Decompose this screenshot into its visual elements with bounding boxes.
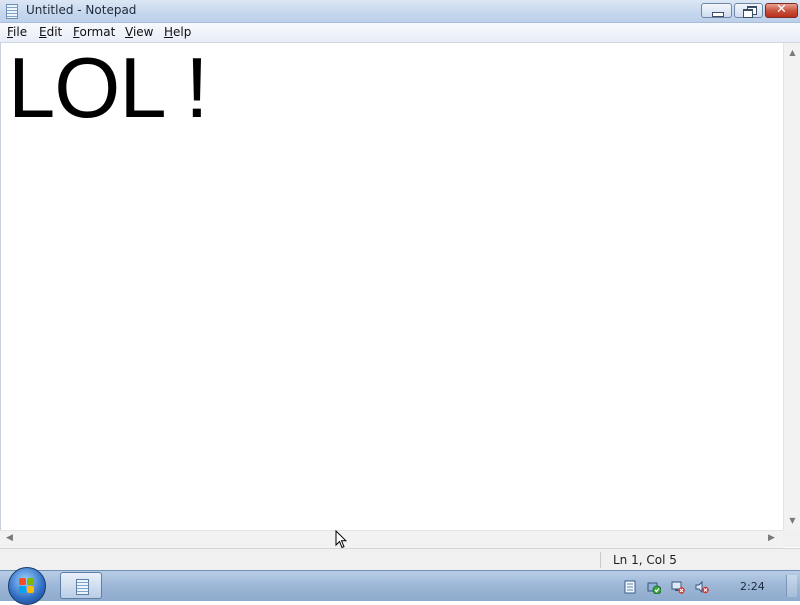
volume-muted-icon[interactable] xyxy=(695,580,709,594)
windows-logo-icon xyxy=(19,578,35,594)
restore-button[interactable] xyxy=(734,3,763,18)
close-button[interactable]: ✕ xyxy=(765,2,798,18)
show-desktop-button[interactable] xyxy=(786,575,797,597)
status-bar: Ln 1, Col 5 xyxy=(0,548,800,571)
taskbar: 2:24 xyxy=(0,567,800,605)
start-button[interactable] xyxy=(8,567,46,605)
scroll-down-icon[interactable]: ▼ xyxy=(784,516,800,525)
menu-file[interactable]: File xyxy=(7,25,27,39)
window-title: Untitled - Notepad xyxy=(26,3,137,17)
notepad-tray-icon[interactable] xyxy=(623,580,637,594)
horizontal-scrollbar[interactable]: ◀ ▶ xyxy=(0,530,783,548)
menu-view[interactable]: View xyxy=(125,25,153,39)
network-disconnected-icon[interactable] xyxy=(671,580,685,594)
menu-format[interactable]: Format xyxy=(73,25,115,39)
menu-help[interactable]: Help xyxy=(164,25,191,39)
close-icon: ✕ xyxy=(776,2,787,17)
scroll-right-icon[interactable]: ▶ xyxy=(768,533,775,543)
notepad-icon xyxy=(76,579,89,595)
editor-content[interactable]: LOL ! xyxy=(8,40,209,138)
cursor-position: Ln 1, Col 5 xyxy=(613,553,677,567)
scroll-up-icon[interactable]: ▲ xyxy=(784,48,800,57)
menu-edit[interactable]: Edit xyxy=(39,25,62,39)
notepad-app-icon[interactable] xyxy=(6,4,18,19)
status-divider xyxy=(600,552,601,568)
text-editor-area[interactable]: LOL ! xyxy=(0,40,783,530)
mouse-cursor-icon xyxy=(335,530,347,549)
taskbar-clock[interactable]: 2:24 xyxy=(740,580,765,593)
scrollbar-corner xyxy=(783,530,800,547)
taskbar-notepad-button[interactable] xyxy=(60,572,102,599)
vertical-scrollbar[interactable]: ▲ ▼ xyxy=(783,43,800,530)
minimize-button[interactable] xyxy=(701,3,732,18)
scroll-left-icon[interactable]: ◀ xyxy=(6,533,13,543)
security-check-icon[interactable] xyxy=(647,580,661,594)
title-bar[interactable]: Untitled - Notepad ✕ xyxy=(0,0,800,23)
